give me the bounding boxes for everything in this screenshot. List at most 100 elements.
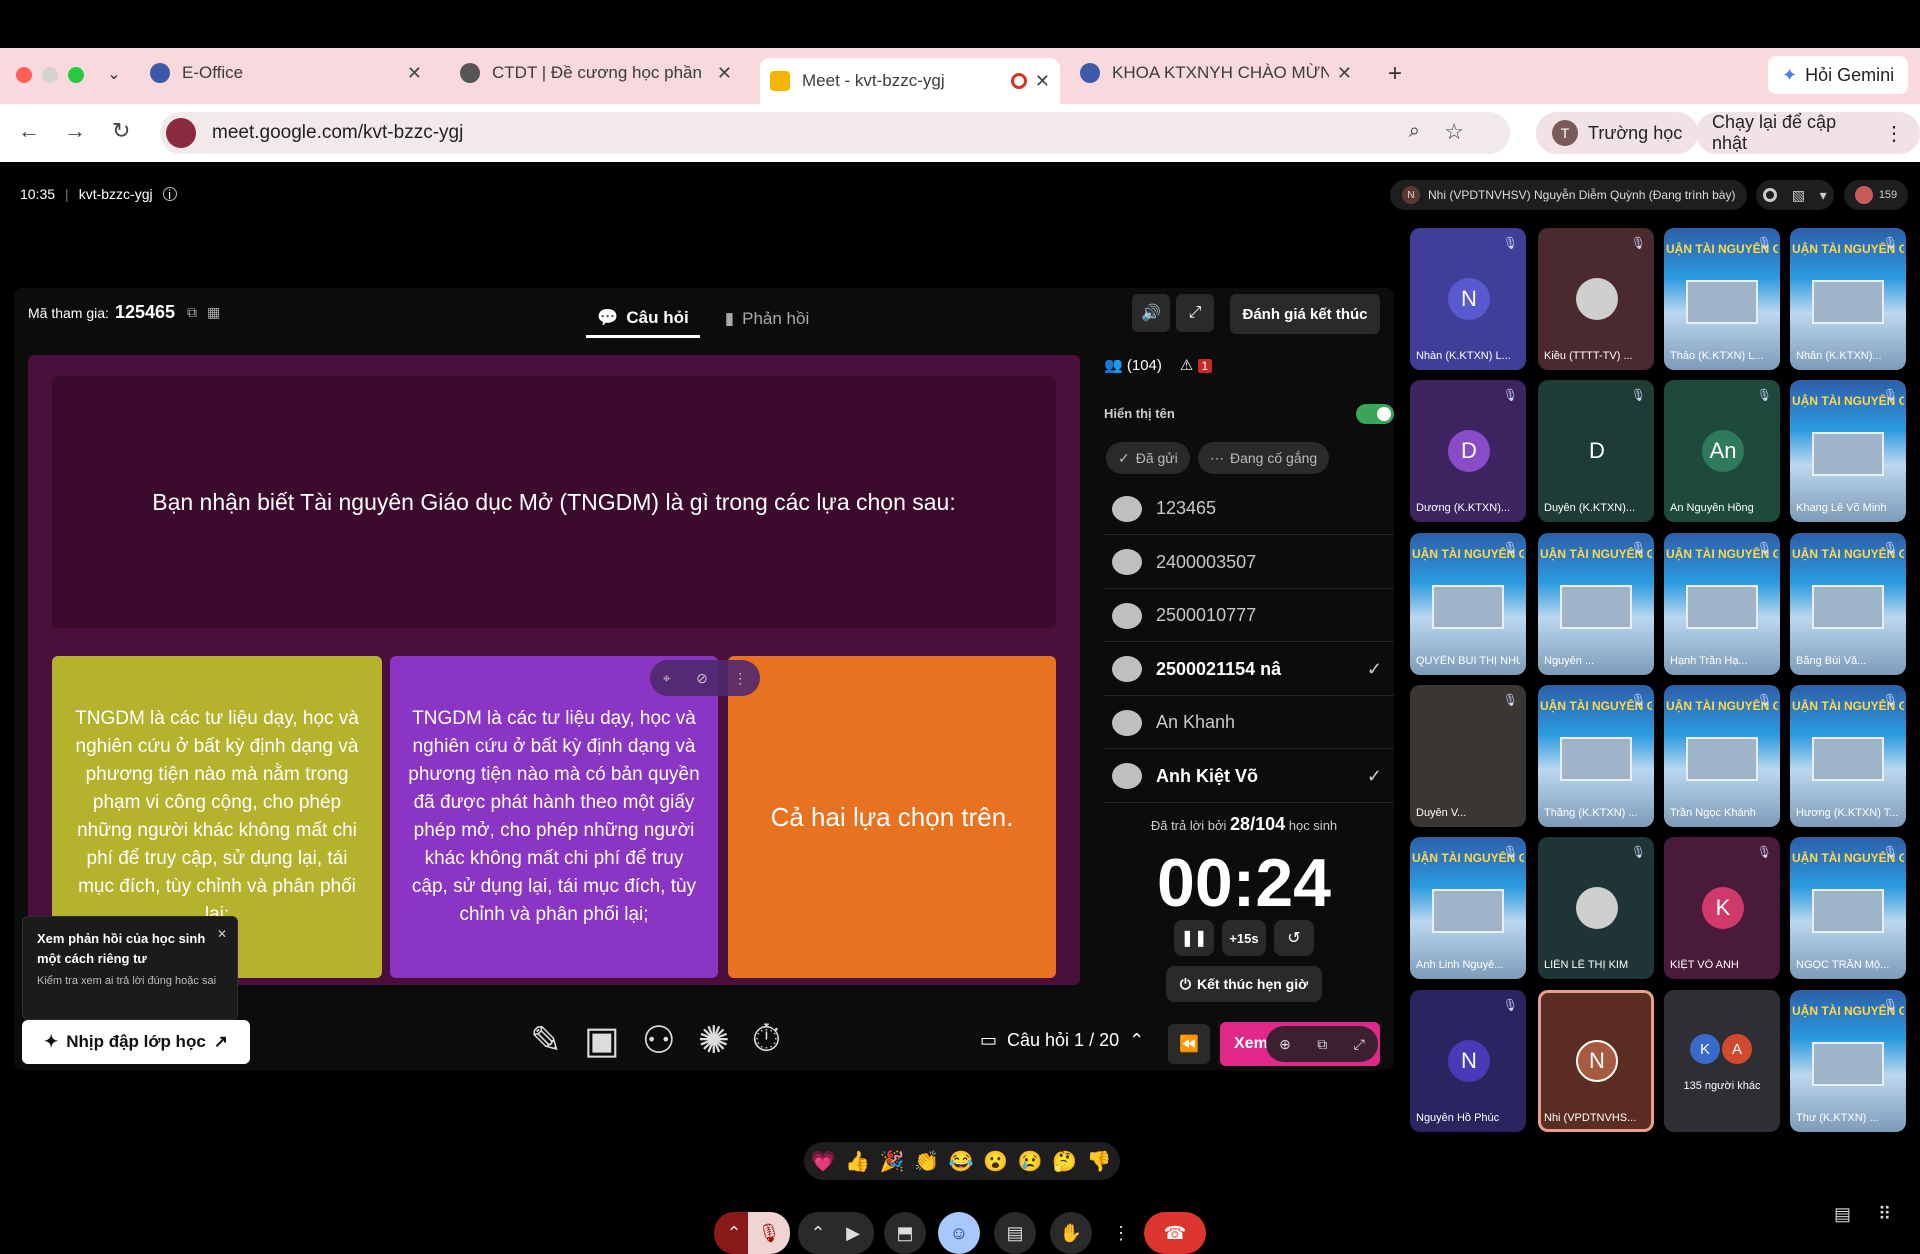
captions-button[interactable]: ▤ bbox=[994, 1212, 1036, 1254]
filter-trying-chip[interactable]: ⋯ Đang cố gắng bbox=[1198, 442, 1330, 474]
reaction-emoji[interactable]: 👍 bbox=[843, 1146, 873, 1176]
participant-tile[interactable]: N 🎙 Nguyễn Hồ Phúc bbox=[1410, 990, 1526, 1132]
meeting-details-icon[interactable]: i bbox=[162, 187, 177, 202]
tile-overlay-controls[interactable]: ⌖ ⊘ ⋮ bbox=[650, 660, 760, 696]
participants-button[interactable]: 159 bbox=[1844, 180, 1908, 210]
end-timer-button[interactable]: ⏻ Kết thúc hẹn giờ bbox=[1166, 966, 1322, 1002]
participant-tile[interactable]: UẬN TÀI NGUYÊN GIÁO DỤ🎙Nguyên ... bbox=[1538, 533, 1654, 675]
show-name-toggle[interactable] bbox=[1356, 404, 1394, 424]
student-row[interactable]: An Khanh bbox=[1104, 697, 1394, 749]
participant-tile[interactable]: UẬN TÀI NGUYÊN GIÁO DỤ🎙Bằng Bùi Vă... bbox=[1790, 533, 1906, 675]
close-tab-icon[interactable]: ✕ bbox=[1035, 71, 1050, 92]
chevron-up-icon[interactable]: ⌃ bbox=[1129, 1030, 1144, 1051]
camera-button[interactable]: ▶ bbox=[832, 1212, 874, 1254]
reaction-emoji[interactable]: 👎 bbox=[1084, 1146, 1114, 1176]
reaction-emoji[interactable]: 😢 bbox=[1015, 1146, 1045, 1176]
participant-tile[interactable]: UẬN TÀI NGUYÊN GIÁO DỤ🎙Trần Ngọc Khánh bbox=[1664, 685, 1780, 827]
relaunch-update-button[interactable]: Chạy lại để cập nhật ⋮ bbox=[1696, 112, 1920, 154]
fullscreen-icon[interactable]: ⤢ bbox=[1354, 1036, 1365, 1053]
end-evaluation-button[interactable]: Đánh giá kết thúc bbox=[1230, 294, 1380, 334]
participant-tile[interactable]: N Nhi (VPDTNVHS... bbox=[1538, 990, 1654, 1132]
activities-grid-icon[interactable]: ⠿ bbox=[1878, 1204, 1891, 1225]
participant-tile[interactable]: K 🎙 KIỆT VÕ ANH bbox=[1664, 837, 1780, 979]
close-window-button[interactable] bbox=[16, 67, 32, 83]
present-screen-button[interactable]: ⬒ bbox=[884, 1212, 926, 1254]
forward-arrow-icon[interactable]: → bbox=[64, 118, 86, 144]
chat-icon[interactable]: ▤ bbox=[1834, 1204, 1851, 1225]
raise-hand-button[interactable]: ✋ bbox=[1050, 1212, 1092, 1254]
close-tab-icon[interactable]: ✕ bbox=[1337, 63, 1352, 84]
participant-tile[interactable]: K A 135 người khác bbox=[1664, 990, 1780, 1132]
reaction-emoji[interactable]: 😮 bbox=[981, 1146, 1011, 1176]
reaction-emoji[interactable]: 🤔 bbox=[1050, 1146, 1080, 1176]
tab-khoa[interactable]: KHOA KTXNYH CHÀO MỪNG ✕ bbox=[1070, 54, 1362, 92]
address-bar[interactable]: meet.google.com/kvt-bzzc-ygj ⌕ ☆ bbox=[160, 112, 1510, 154]
spinner-wheel-icon[interactable]: ✺ bbox=[698, 1018, 730, 1063]
more-options-icon[interactable]: ⋮ bbox=[733, 670, 747, 687]
participant-tile[interactable]: UẬN TÀI NGUYÊN GIÁO DỤ🎙Khang Lê Võ Minh bbox=[1790, 380, 1906, 522]
mute-icon[interactable]: ⊘ bbox=[696, 670, 708, 687]
filter-sent-chip[interactable]: ✓ Đã gửi bbox=[1106, 442, 1190, 474]
class-pulse-button[interactable]: ✦ Nhịp đập lớp học ↗ bbox=[22, 1020, 250, 1064]
bookmark-star-icon[interactable]: ☆ bbox=[1444, 119, 1464, 145]
tab-question[interactable]: 💬 Câu hỏi bbox=[586, 300, 700, 338]
kebab-menu-icon[interactable]: ⋮ bbox=[1884, 121, 1904, 146]
participant-tile[interactable]: UẬN TÀI NGUYÊN GIÁO DỤ🎙Thắng (K.KTXN) ..… bbox=[1538, 685, 1654, 827]
participant-tile[interactable]: UẬN TÀI NGUYÊN GIÁO DỤ🎙Thảo (K.KTXN) L..… bbox=[1664, 228, 1780, 370]
site-info-icon[interactable] bbox=[166, 118, 196, 148]
close-tab-icon[interactable]: ✕ bbox=[717, 63, 732, 84]
student-row[interactable]: 2400003507 bbox=[1104, 537, 1394, 589]
answer-option-2[interactable]: TNGDM là các tư liệu dạy, học và nghiên … bbox=[390, 656, 718, 978]
student-row[interactable]: 2500010777 bbox=[1104, 590, 1394, 642]
zoom-magnifier-icon[interactable]: ⌕ bbox=[1409, 120, 1420, 143]
participant-tile[interactable]: N 🎙 Nhàn (K.KTXN) L... bbox=[1410, 228, 1526, 370]
presenter-icon[interactable]: ⚇ bbox=[642, 1018, 676, 1063]
record-icon[interactable] bbox=[1763, 188, 1778, 202]
participant-tile[interactable]: D 🎙 Dương (K.KTXN)... bbox=[1410, 380, 1526, 522]
reload-icon[interactable]: ↻ bbox=[112, 118, 130, 144]
captions-off-icon[interactable]: ▧ bbox=[1792, 187, 1805, 204]
volume-button[interactable]: 🔊 bbox=[1132, 294, 1170, 332]
tab-meet[interactable]: Meet - kvt-bzzc-ygj ✕ bbox=[760, 58, 1060, 104]
tab-search-chevron-icon[interactable]: ⌄ bbox=[100, 60, 128, 88]
highlighter-icon[interactable]: ✎ bbox=[530, 1018, 562, 1063]
reaction-emoji[interactable]: 😂 bbox=[946, 1146, 976, 1176]
new-tab-plus-icon[interactable]: + bbox=[1388, 60, 1402, 88]
presentation-overlay-controls[interactable]: ⊕ ⧉ ⤢ bbox=[1266, 1026, 1378, 1062]
participant-tile[interactable]: 🎙 LIÊN LÊ THỊ KIM bbox=[1538, 837, 1654, 979]
pop-out-icon[interactable]: ⧉ bbox=[1317, 1036, 1327, 1053]
more-options-button[interactable]: ⋮ bbox=[1106, 1212, 1136, 1254]
microphone-button[interactable]: 🎙 bbox=[748, 1212, 790, 1254]
previous-question-button[interactable]: ⏪ bbox=[1168, 1024, 1210, 1064]
ask-gemini-button[interactable]: ✦ Hỏi Gemini bbox=[1768, 56, 1909, 94]
reaction-emoji[interactable]: 💗 bbox=[808, 1146, 838, 1176]
student-row[interactable]: 2500021154 nâ ✓ bbox=[1104, 644, 1394, 696]
recording-controls[interactable]: ▧ ▾ bbox=[1756, 180, 1834, 210]
participant-tile[interactable]: D 🎙 Duyên (K.KTXN)... bbox=[1538, 380, 1654, 522]
reaction-emoji[interactable]: 👏 bbox=[912, 1146, 942, 1176]
participant-tile[interactable]: 🎙 Kiều (TTTT-TV) ... bbox=[1538, 228, 1654, 370]
reactions-button[interactable]: ☺ bbox=[938, 1212, 980, 1254]
unpin-icon[interactable]: ⌖ bbox=[663, 670, 671, 687]
answer-option-3[interactable]: Cả hai lựa chọn trên. bbox=[728, 656, 1056, 978]
student-row[interactable]: Anh Kiệt Võ ✓ bbox=[1104, 751, 1394, 803]
minimize-window-button[interactable] bbox=[42, 67, 58, 83]
tab-e-office[interactable]: E-Office ✕ bbox=[140, 54, 432, 92]
qr-code-icon[interactable]: ▦ bbox=[207, 304, 220, 321]
tab-ctdt[interactable]: CTDT | Đề cương học phần ✕ bbox=[450, 54, 742, 92]
close-tab-icon[interactable]: ✕ bbox=[407, 63, 422, 84]
participant-tile[interactable]: UẬN TÀI NGUYÊN GIÁO DỤ🎙Anh Linh Nguyễ... bbox=[1410, 837, 1526, 979]
question-counter[interactable]: ▭ Câu hỏi 1 / 20 ⌃ bbox=[980, 1030, 1144, 1051]
participant-tile[interactable]: UẬN TÀI NGUYÊN GIÁO DỤ🎙Hương (K.KTXN) T.… bbox=[1790, 685, 1906, 827]
whiteboard-icon[interactable]: ▣ bbox=[584, 1018, 620, 1063]
maximize-window-button[interactable] bbox=[68, 67, 84, 83]
leave-call-button[interactable]: ☎ bbox=[1144, 1212, 1206, 1254]
participant-tile[interactable]: UẬN TÀI NGUYÊN GIÁO DỤ🎙NGỌC TRẦN Mộ... bbox=[1790, 837, 1906, 979]
pause-button[interactable]: ❚❚ bbox=[1174, 920, 1214, 956]
chevron-down-icon[interactable]: ▾ bbox=[1820, 187, 1827, 204]
timer-camera-icon[interactable]: ⏱ bbox=[752, 1018, 782, 1063]
back-arrow-icon[interactable]: ← bbox=[18, 118, 40, 144]
participant-tile[interactable]: An 🎙 An Nguyễn Hồng bbox=[1664, 380, 1780, 522]
fullscreen-button[interactable]: ⤢ bbox=[1176, 294, 1214, 332]
presenter-chip[interactable]: N Nhi (VPDTNVHSV) Nguyễn Diễm Quỳnh (Đan… bbox=[1390, 180, 1748, 210]
